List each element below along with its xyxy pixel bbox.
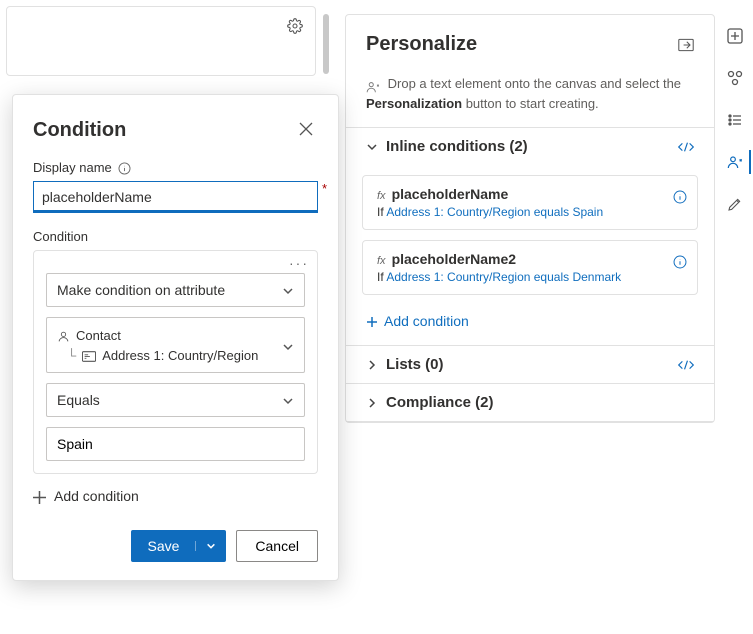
person-small-icon (366, 78, 384, 93)
right-icon-rail (717, 12, 753, 216)
accordion-lists[interactable]: Lists (0) (346, 345, 714, 383)
cancel-button[interactable]: Cancel (236, 530, 318, 562)
display-name-label: Display name (33, 160, 318, 175)
panel-pop-out-icon[interactable] (678, 37, 694, 53)
attribute-name: Address 1: Country/Region (102, 346, 258, 366)
condition-card[interactable]: fxplaceholderName If Address 1: Country/… (362, 175, 698, 230)
accordion-compliance[interactable]: Compliance (2) (346, 383, 714, 422)
save-split-chevron[interactable] (195, 541, 226, 551)
modal-title: Condition (33, 119, 126, 142)
rail-theme-icon[interactable] (723, 192, 747, 216)
condition-section-label: Condition (33, 229, 318, 244)
accordion-label: Inline conditions (2) (386, 138, 528, 155)
condition-modal: Condition Display name * Condition ··· M… (12, 94, 339, 581)
condition-expression[interactable]: Address 1: Country/Region equals Spain (386, 205, 603, 219)
rail-add-icon[interactable] (723, 24, 747, 48)
chevron-down-icon (282, 392, 294, 408)
scrollbar-thumb[interactable] (323, 14, 329, 74)
add-condition-link[interactable]: Add condition (346, 305, 714, 345)
text-field-icon (82, 346, 96, 366)
accordion-label: Compliance (2) (386, 394, 494, 411)
required-star: * (322, 181, 327, 196)
code-block-icon[interactable] (678, 139, 694, 155)
chevron-right-icon (366, 397, 378, 409)
plus-icon (33, 488, 46, 504)
chevron-down-icon (282, 282, 294, 298)
rail-personalize-icon[interactable] (727, 150, 751, 174)
canvas-card (6, 6, 316, 76)
fx-icon: fx (377, 190, 386, 202)
add-condition-button[interactable]: Add condition (33, 488, 318, 504)
code-block-icon[interactable] (678, 357, 694, 373)
condition-name: placeholderName (392, 186, 509, 202)
condition-expression[interactable]: Address 1: Country/Region equals Denmark (386, 270, 621, 284)
close-icon[interactable] (298, 121, 318, 141)
save-button[interactable]: Save (131, 530, 226, 562)
rail-list-icon[interactable] (723, 108, 747, 132)
panel-help-text: Drop a text element onto the canvas and … (346, 70, 714, 127)
condition-basis-select[interactable]: Make condition on attribute (46, 273, 305, 307)
chevron-down-icon (366, 141, 378, 153)
accordion-label: Lists (0) (386, 356, 444, 373)
personalize-panel: Personalize Drop a text element onto the… (345, 14, 715, 423)
personalization-keyword: Personalization (366, 96, 462, 111)
operator-select[interactable]: Equals (46, 383, 305, 417)
info-icon[interactable] (118, 160, 131, 175)
attribute-select[interactable]: Contact └ Address 1: Country/Region (46, 317, 305, 373)
fx-icon: fx (377, 255, 386, 267)
chevron-down-icon (282, 338, 294, 354)
contact-icon (57, 326, 70, 346)
gear-icon[interactable] (287, 17, 303, 34)
entity-name: Contact (76, 326, 121, 346)
info-icon[interactable] (673, 253, 687, 269)
condition-builder: ··· Make condition on attribute Contact … (33, 250, 318, 474)
value-input[interactable] (46, 427, 305, 461)
rail-elements-icon[interactable] (723, 66, 747, 90)
condition-name: placeholderName2 (392, 251, 517, 267)
accordion-inline-conditions[interactable]: Inline conditions (2) (346, 127, 714, 165)
chevron-right-icon (366, 359, 378, 371)
panel-title: Personalize (366, 33, 477, 56)
condition-card[interactable]: fxplaceholderName2 If Address 1: Country… (362, 240, 698, 295)
display-name-input[interactable] (33, 181, 318, 213)
more-icon[interactable]: ··· (289, 255, 309, 271)
plus-icon (366, 313, 378, 329)
info-icon[interactable] (673, 188, 687, 204)
